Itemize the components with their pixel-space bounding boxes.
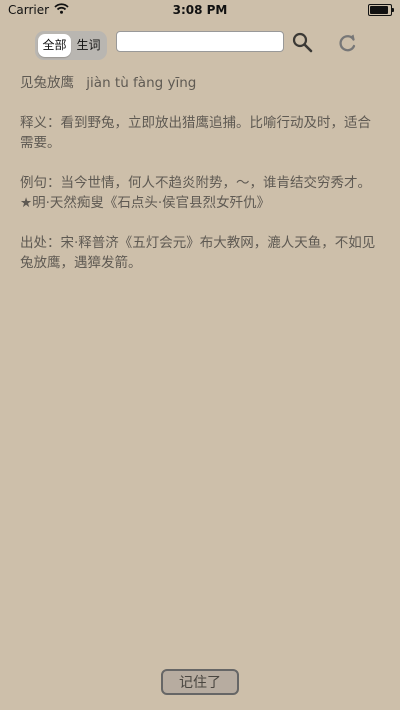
search-icon bbox=[292, 32, 313, 53]
meaning-text: 释义：看到野兔，立即放出猎鹰追捕。比喻行动及时，适合需要。 bbox=[20, 115, 371, 151]
example-block: 例句：当今世情，何人不趋炎附势，～，谁肯结交穷秀才。★明·天然痴叟《石点头·侯官… bbox=[20, 173, 380, 213]
segment-control: 全部 生词 bbox=[35, 31, 107, 60]
meaning-block: 释义：看到野兔，立即放出猎鹰追捕。比喻行动及时，适合需要。 bbox=[20, 113, 380, 153]
segment-all[interactable]: 全部 bbox=[38, 34, 71, 57]
battery-icon bbox=[368, 4, 394, 16]
search-button[interactable] bbox=[291, 31, 315, 55]
search-input[interactable] bbox=[116, 31, 284, 52]
headword-block: 见兔放鹰 jiàn tù fàng yīng bbox=[20, 73, 380, 93]
headword: 见兔放鹰 bbox=[20, 75, 74, 91]
example-text: 例句：当今世情，何人不趋炎附势，～，谁肯结交穷秀才。★明·天然痴叟《石点头·侯官… bbox=[20, 175, 371, 211]
battery-fill bbox=[370, 6, 388, 14]
idiom-content: 见兔放鹰 jiàn tù fàng yīng 释义：看到野兔，立即放出猎鹰追捕。… bbox=[20, 73, 380, 293]
status-bar: Carrier 3:08 PM bbox=[0, 0, 400, 22]
source-block: 出处：宋·释普济《五灯会元》布大教网，漉人天鱼，不如见兔放鹰，遇獐发箭。 bbox=[20, 233, 380, 273]
toolbar: 全部 生词 bbox=[0, 31, 400, 61]
pinyin: jiàn tù fàng yīng bbox=[86, 75, 197, 91]
refresh-icon bbox=[339, 34, 356, 52]
segment-new-words[interactable]: 生词 bbox=[72, 34, 105, 57]
battery-indicator bbox=[368, 4, 394, 16]
status-time: 3:08 PM bbox=[172, 3, 228, 17]
refresh-button[interactable] bbox=[335, 31, 359, 55]
remember-button[interactable]: 记住了 bbox=[161, 669, 239, 695]
source-text: 出处：宋·释普济《五灯会元》布大教网，漉人天鱼，不如见兔放鹰，遇獐发箭。 bbox=[20, 235, 376, 271]
